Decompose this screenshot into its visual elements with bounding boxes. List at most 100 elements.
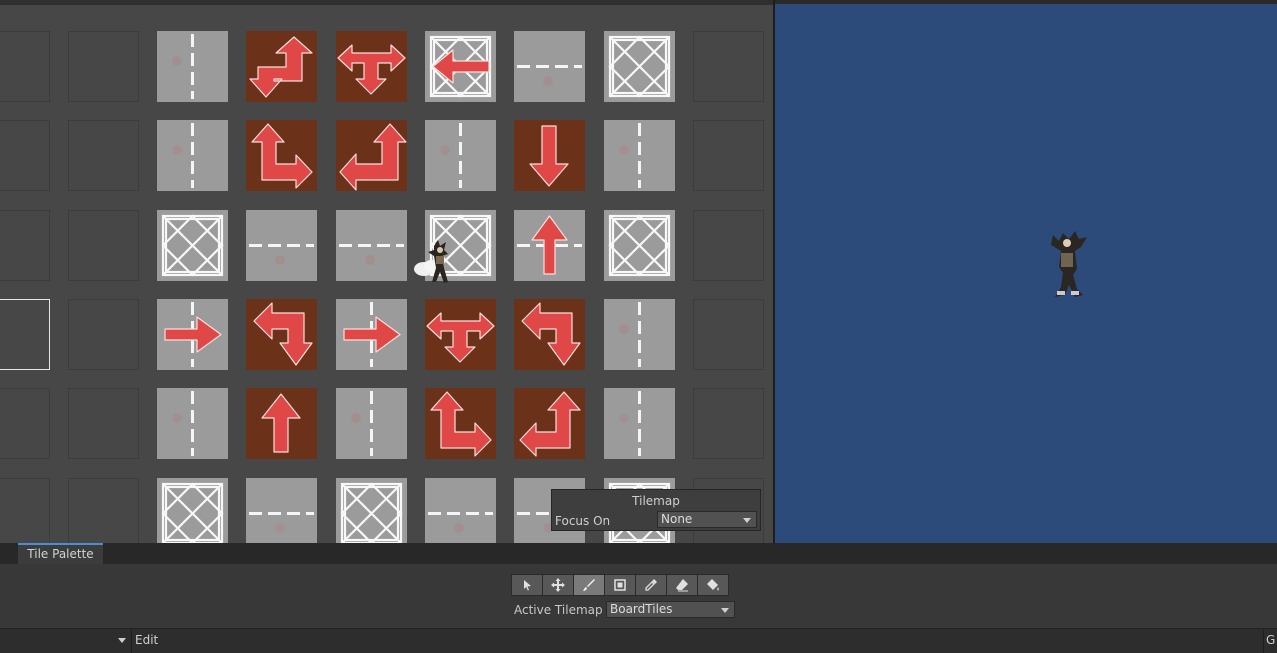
grid-cell[interactable] — [0, 388, 50, 459]
active-tilemap-label: Active Tilemap — [514, 603, 603, 617]
tile-graphic — [172, 391, 194, 456]
tab-tile-palette[interactable]: Tile Palette — [18, 543, 103, 564]
grid-cell[interactable] — [0, 210, 50, 281]
tile-graphic — [161, 214, 224, 277]
game-character-sprite — [1051, 231, 1087, 297]
tile-arrow-right-on-road[interactable] — [336, 299, 407, 370]
grid-cell[interactable] — [68, 120, 139, 191]
tile-arrow-up-on-road[interactable] — [514, 210, 585, 281]
tile-graphic — [440, 123, 462, 188]
tile-crossing[interactable] — [157, 478, 228, 543]
tile-crossing[interactable] — [336, 478, 407, 543]
focus-on-dropdown[interactable]: None — [657, 511, 757, 528]
tile-arrow-left-over-cross[interactable] — [425, 31, 496, 102]
tile-road-vertical[interactable] — [604, 120, 675, 191]
grid-cell[interactable] — [68, 210, 139, 281]
box-fill-tool-button[interactable] — [604, 574, 636, 596]
select-tool-button[interactable] — [511, 574, 543, 596]
tile-graphic — [249, 36, 313, 98]
chevron-down-icon — [743, 518, 751, 523]
tile-graphic — [529, 125, 569, 187]
tile-graphic — [249, 244, 314, 265]
picker-tool-button[interactable] — [635, 574, 667, 596]
tile-road-horizontal[interactable] — [514, 31, 585, 102]
tile-crossing[interactable] — [157, 210, 228, 281]
tile-road-horizontal[interactable] — [336, 210, 407, 281]
tile-graphic — [172, 123, 194, 188]
tile-crossing[interactable] — [604, 210, 675, 281]
grid-cell[interactable] — [0, 31, 50, 102]
tile-arrow-turn-up-right-down[interactable] — [246, 31, 317, 102]
focus-on-value: None — [661, 512, 693, 526]
active-tilemap-value: BoardTiles — [610, 602, 673, 616]
tile-graphic — [429, 35, 492, 98]
tile-road-horizontal[interactable] — [246, 210, 317, 281]
tile-graphic — [428, 512, 493, 533]
grid-cell[interactable] — [0, 120, 50, 191]
grid-cell[interactable] — [0, 478, 50, 543]
grid-cell[interactable] — [693, 120, 764, 191]
tile-arrow-down[interactable] — [514, 120, 585, 191]
grid-cell[interactable] — [693, 388, 764, 459]
tile-graphic — [340, 482, 403, 543]
tile-road-vertical[interactable] — [157, 31, 228, 102]
tile-arrow-up-turn-left[interactable] — [514, 388, 585, 459]
tile-arrow-left-turn-down[interactable] — [246, 299, 317, 370]
tile-road-vertical[interactable] — [157, 388, 228, 459]
tile-graphic — [339, 244, 404, 265]
tile-arrow-up-turn-right[interactable] — [246, 120, 317, 191]
grid-cell[interactable] — [68, 478, 139, 543]
scene-view[interactable]: Tilemap Focus On None — [0, 0, 773, 543]
tile-arrow-up[interactable] — [246, 388, 317, 459]
move-tool-button[interactable] — [542, 574, 574, 596]
tile-road-vertical[interactable] — [157, 120, 228, 191]
eraser-tool-button[interactable] — [666, 574, 698, 596]
tile-graphic — [517, 215, 582, 275]
tile-graphic — [608, 214, 671, 277]
tile-graphic — [351, 391, 373, 456]
flood-fill-icon — [707, 579, 719, 591]
tile-road-vertical[interactable] — [336, 388, 407, 459]
grid-cell[interactable] — [68, 31, 139, 102]
grid-cell[interactable] — [693, 31, 764, 102]
tile-graphic — [517, 65, 582, 86]
tile-road-horizontal[interactable] — [425, 478, 496, 543]
paint-tool-button[interactable] — [573, 574, 605, 596]
tile-road-vertical[interactable] — [604, 299, 675, 370]
game-view[interactable] — [775, 0, 1277, 543]
eraser-icon — [676, 579, 688, 592]
tile-graphic — [521, 302, 581, 366]
tile-arrow-t-left-right-down[interactable] — [425, 299, 496, 370]
tile-road-vertical[interactable] — [425, 120, 496, 191]
tile-arrow-right-on-road[interactable] — [157, 299, 228, 370]
overlay-title: Tilemap — [632, 494, 680, 508]
tile-arrow-left-turn-down[interactable] — [514, 299, 585, 370]
tile-arrow-up-turn-right[interactable] — [425, 388, 496, 459]
tilemap-overlay: Tilemap Focus On None — [551, 489, 761, 531]
scene-toolbar-strip — [0, 0, 773, 5]
tile-graphic — [619, 123, 641, 188]
tile-graphic — [337, 44, 406, 95]
grid-cell[interactable] — [693, 299, 764, 370]
active-tilemap-dropdown[interactable]: BoardTiles — [606, 601, 735, 618]
tile-arrow-right-down-turn-left[interactable] — [336, 120, 407, 191]
fill-tool-button[interactable] — [697, 574, 729, 596]
move-icon — [551, 578, 565, 592]
tile-graphic — [339, 123, 407, 191]
tile-arrow-t-left-right-down[interactable] — [336, 31, 407, 102]
grid-cell-selected[interactable] — [0, 299, 50, 370]
chevron-down-icon — [721, 608, 729, 613]
divider — [131, 629, 132, 653]
tile-road-horizontal[interactable] — [246, 478, 317, 543]
grid-cell[interactable] — [68, 299, 139, 370]
tile-graphic — [172, 34, 194, 99]
tile-graphic — [619, 302, 641, 367]
panel-tab-strip — [0, 543, 1277, 564]
tile-graphic — [519, 391, 581, 457]
palette-dropdown-chevron-icon[interactable] — [118, 638, 126, 643]
grid-cell[interactable] — [68, 388, 139, 459]
tile-road-vertical[interactable] — [604, 388, 675, 459]
edit-button[interactable]: Edit — [135, 633, 158, 647]
tile-crossing[interactable] — [604, 31, 675, 102]
grid-cell[interactable] — [693, 210, 764, 281]
